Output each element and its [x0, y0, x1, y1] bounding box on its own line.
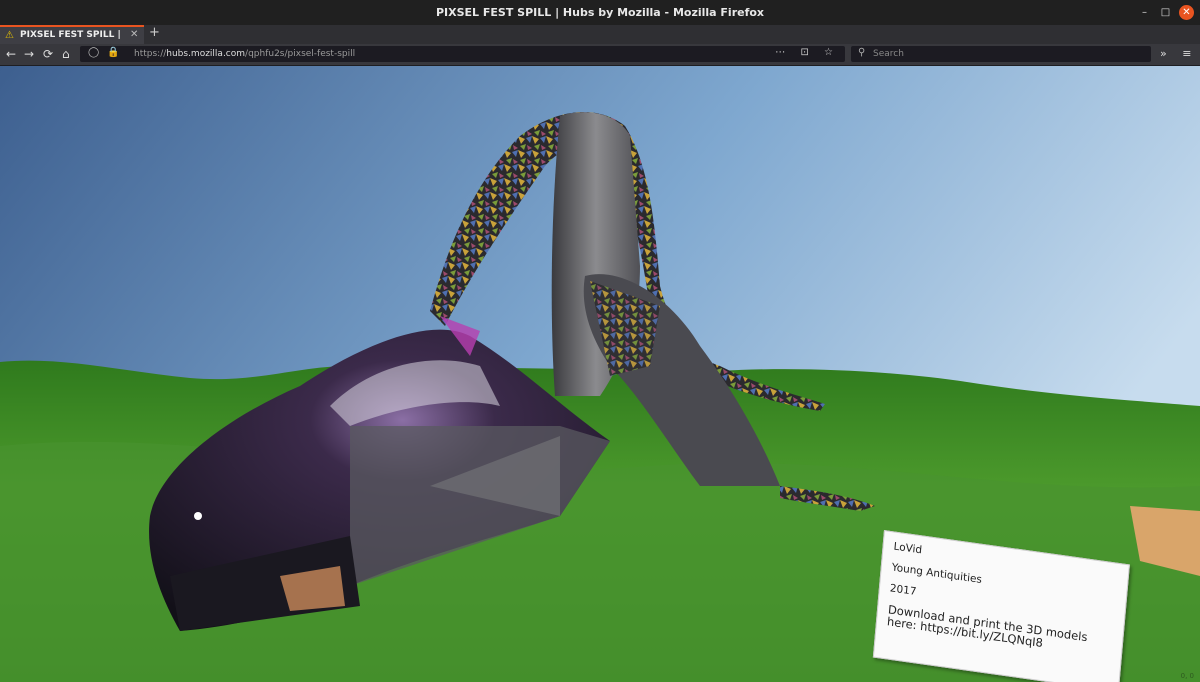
navigation-bar: ← → ⟳ ⌂ ◯ 🔒 https://hubs.mozilla.com/qph… [0, 44, 1200, 66]
url-text[interactable]: https://hubs.mozilla.com/qphfu2s/pixsel-… [134, 49, 355, 59]
window-title: PIXSEL FEST SPILL | Hubs by Mozilla - Mo… [435, 6, 765, 19]
search-icon: ⚲ [858, 47, 866, 58]
tab-label: PIXSEL FEST SPILL | Hub [20, 30, 124, 40]
url-bar[interactable]: ◯ 🔒 https://hubs.mozilla.com/qphfu2s/pix… [80, 46, 845, 62]
scene-canvas[interactable]: LoVid Young Antiquities 2017 Download an… [0, 66, 1200, 682]
shield-icon[interactable]: ◯ [88, 47, 99, 58]
page-actions-icons[interactable]: ⋯ ⊡ ☆ [775, 47, 839, 58]
close-window-button[interactable]: ✕ [1179, 5, 1194, 20]
warning-icon: ⚠ [5, 30, 14, 41]
tab-bar: ⚠ PIXSEL FEST SPILL | Hub ✕ + [0, 25, 1200, 44]
forward-button[interactable]: → [24, 47, 34, 61]
overflow-menu-button[interactable]: » ≡ [1160, 47, 1197, 60]
new-tab-button[interactable]: + [149, 25, 160, 40]
reload-button[interactable]: ⟳ [43, 47, 53, 61]
search-placeholder: Search [873, 49, 904, 59]
corner-readout: 0, 0 [1180, 672, 1194, 680]
minimize-button[interactable]: – [1137, 5, 1152, 20]
maximize-button[interactable]: □ [1158, 5, 1173, 20]
search-input[interactable]: ⚲ Search [851, 46, 1151, 62]
back-button[interactable]: ← [6, 47, 16, 61]
lock-icon[interactable]: 🔒 [107, 47, 119, 58]
tab-close-icon[interactable]: ✕ [130, 29, 138, 40]
window-titlebar: PIXSEL FEST SPILL | Hubs by Mozilla - Mo… [0, 0, 1200, 25]
home-button[interactable]: ⌂ [62, 47, 70, 61]
tab-active[interactable]: ⚠ PIXSEL FEST SPILL | Hub ✕ [0, 25, 144, 44]
